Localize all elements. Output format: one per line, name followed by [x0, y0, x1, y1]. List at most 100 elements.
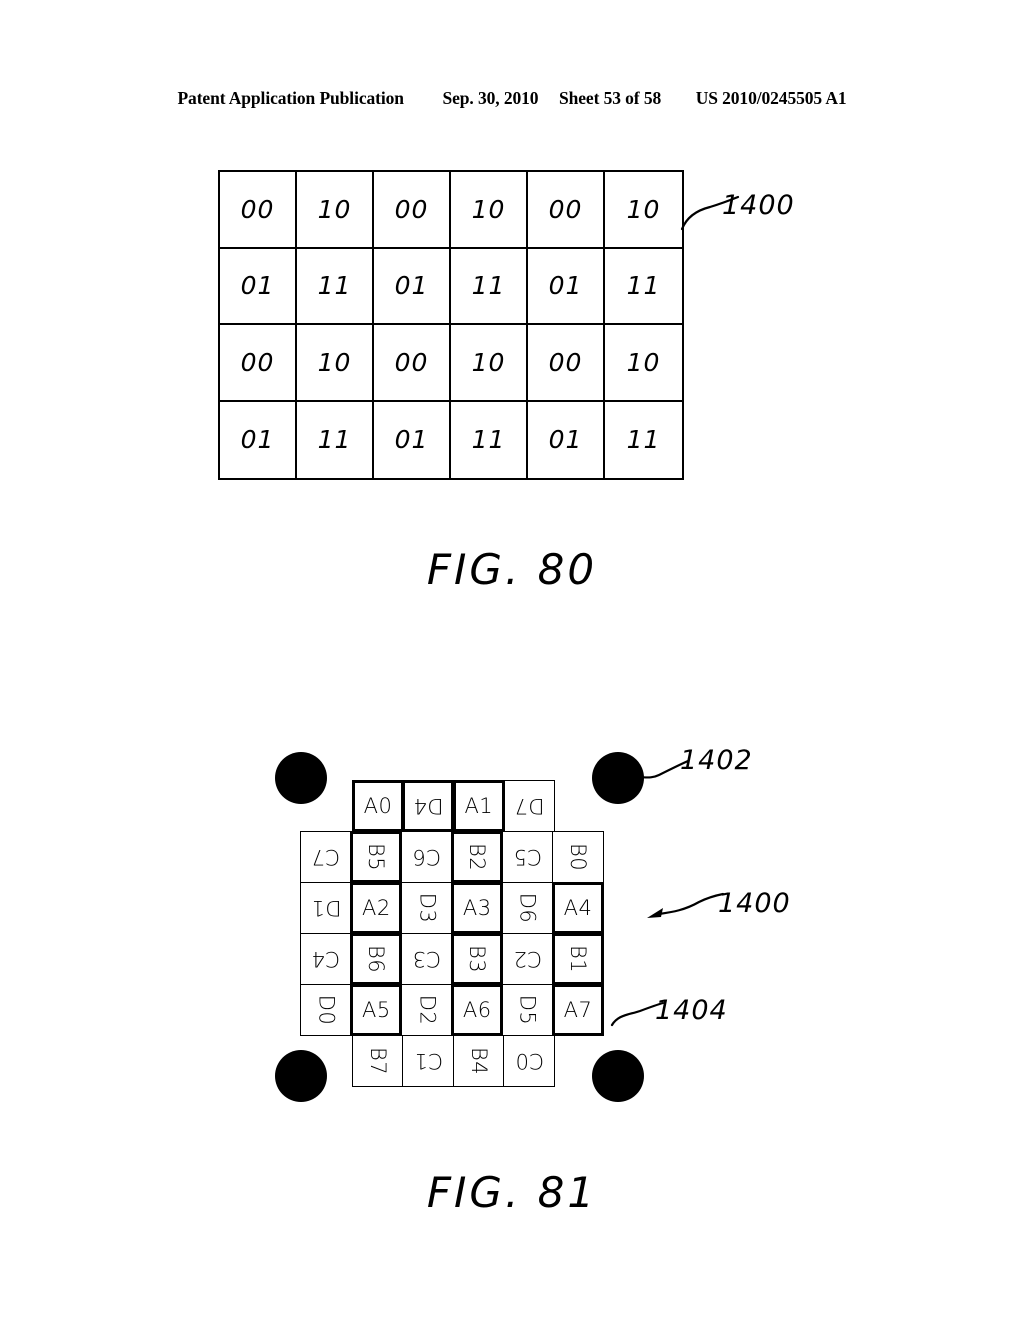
- fig81-cell-c3: C3: [400, 933, 453, 985]
- fig81-cell-a3: A3: [451, 882, 504, 934]
- figure-81-diagram: A0 D4 A1 D7 C7 B5 C6 B2 C5 B0 D1 A2 D3 A3 D6 A4 C4 B6 C3 B3…: [250, 730, 810, 1130]
- fig81-cell-a1: A1: [452, 780, 505, 832]
- fig81-cell-c2: C2: [501, 933, 554, 985]
- fig81-cell-grid: A0 D4 A1 D7 C7 B5 C6 B2 C5 B0 D1 A2 D3 A3 D6 A4 C4 B6 C3 B3…: [300, 780, 620, 1095]
- fig80-cell: 00: [220, 172, 297, 249]
- fig80-caption: FIG. 80: [426, 545, 598, 594]
- fig80-cell: 01: [220, 248, 297, 325]
- fig81-cell-b6: B6: [350, 933, 403, 985]
- fig81-cell-b7: B7: [352, 1035, 404, 1087]
- fig80-cell: 11: [451, 248, 528, 325]
- fig81-cell-label: C0: [514, 1049, 544, 1073]
- fig81-cell-label: C6: [412, 845, 442, 869]
- fig80-cell: 00: [374, 172, 451, 249]
- fig81-cell-label: D5: [515, 994, 540, 1026]
- fig81-cell-label: B0: [566, 842, 591, 872]
- fig81-cell-label: A7: [563, 998, 593, 1022]
- fig81-cell-label: D7: [513, 794, 545, 818]
- fig81-cell-a2: A2: [350, 882, 403, 934]
- fig80-cell: 11: [451, 401, 528, 478]
- fig81-cell-label: A6: [462, 998, 492, 1022]
- fig81-row: C7 B5 C6 B2 C5 B0: [300, 831, 605, 883]
- fig81-cell-label: C3: [412, 947, 442, 971]
- fig80-cell: 01: [220, 401, 297, 478]
- fig81-cell-label: B5: [364, 842, 389, 872]
- fig81-cell-label: A5: [362, 998, 391, 1022]
- fig81-cell-b2: B2: [451, 831, 504, 883]
- fig81-cell-c5: C5: [501, 831, 554, 883]
- fig80-cell: 11: [297, 248, 374, 325]
- fig81-cell-label: A0: [363, 794, 393, 818]
- fig81-cell-label: B7: [366, 1046, 390, 1076]
- fig81-leader-line-1400: [647, 892, 725, 918]
- fig81-cell-label: C4: [311, 947, 341, 971]
- fig80-cell: 00: [528, 172, 605, 249]
- fig80-cell: 01: [374, 248, 451, 325]
- fig81-cell-label: D2: [414, 994, 439, 1026]
- fig81-cell-label: B3: [465, 944, 490, 974]
- fig81-cell-a4: A4: [552, 882, 605, 934]
- figure-80-diagram: 00 10 00 10 00 10 01 11 01 11 01 11 00 10 00 10 00 10 01 11…: [218, 170, 684, 480]
- fig81-caption: FIG. 81: [426, 1168, 598, 1217]
- fig81-cell-a5: A5: [350, 984, 403, 1036]
- fig81-cell-d4: D4: [402, 780, 455, 832]
- fig80-cell: 10: [605, 325, 682, 402]
- fig81-cell-a6: A6: [451, 984, 504, 1036]
- fig80-cell: 01: [528, 248, 605, 325]
- header-date: Sep. 30, 2010: [442, 88, 539, 108]
- fig81-reference-1404: 1404: [655, 995, 728, 1026]
- fig81-cell-d2: D2: [400, 984, 453, 1036]
- fig81-cell-label: B6: [364, 944, 389, 974]
- fig81-cell-label: A3: [462, 896, 492, 920]
- fig81-cell-b3: B3: [451, 933, 504, 985]
- fig81-cell-d5: D5: [501, 984, 554, 1036]
- fig81-cell-c1: C1: [402, 1035, 455, 1087]
- fig81-cell-label: C7: [311, 845, 341, 869]
- fig81-cell-c7: C7: [300, 831, 352, 883]
- fig81-cell-label: C5: [513, 845, 543, 869]
- fig81-row: B7 C1 B4 C0: [352, 1035, 556, 1087]
- fig81-cell-label: C2: [513, 947, 543, 971]
- fig81-cell-label: B2: [465, 842, 490, 872]
- fig80-cell: 11: [605, 249, 682, 325]
- fig81-cell-label: A4: [563, 896, 593, 920]
- header-patent-number: US 2010/0245505 A1: [695, 88, 847, 108]
- fig81-reference-1402: 1402: [680, 745, 753, 776]
- fig81-cell-b0: B0: [552, 831, 605, 883]
- fig81-cell-d7: D7: [503, 780, 556, 832]
- fig80-cell: 10: [297, 325, 374, 402]
- fig81-cell-label: C1: [413, 1049, 443, 1073]
- fig81-cell-b5: B5: [350, 831, 403, 883]
- fig80-cell: 01: [528, 401, 605, 478]
- fig81-cell-d0: D0: [300, 984, 352, 1036]
- header-sheet: Sheet 53 of 58: [558, 88, 662, 108]
- fig81-row: D1 A2 D3 A3 D6 A4: [300, 882, 605, 934]
- fig81-cell-label: D0: [314, 994, 338, 1026]
- patent-header: Patent Application Publication Sep. 30, …: [0, 88, 1024, 109]
- fig81-reference-1400: 1400: [718, 888, 791, 919]
- fig81-cell-d3: D3: [400, 882, 453, 934]
- fig81-cell-label: A1: [464, 794, 494, 818]
- fig81-row: A0 D4 A1 D7: [352, 780, 556, 832]
- fig81-cell-b4: B4: [452, 1035, 505, 1087]
- fig81-cell-c6: C6: [400, 831, 453, 883]
- fig81-cell-label: A2: [362, 896, 391, 920]
- fig80-cell: 00: [528, 325, 605, 402]
- fig80-cell: 11: [297, 401, 374, 478]
- fig80-cell: 00: [374, 325, 451, 402]
- fig81-cell-a7: A7: [552, 984, 605, 1036]
- fig80-cell: 00: [220, 325, 297, 402]
- fig81-cell-label: D1: [310, 896, 342, 920]
- fig80-cell: 10: [605, 172, 682, 249]
- header-publication: Patent Application Publication: [177, 88, 404, 108]
- fig80-cell: 11: [626, 425, 661, 455]
- fig80-cell: 10: [451, 172, 528, 249]
- fig81-cell-c4: C4: [300, 933, 352, 985]
- fig80-reference-1400: 1400: [722, 190, 795, 221]
- fig81-cell-label: D3: [414, 892, 439, 924]
- fig80-cell-grid: 00 10 00 10 00 10 01 11 01 11 01 11 00 10 00 10 00 10 01 11…: [218, 170, 684, 480]
- fig81-cell-label: B4: [466, 1046, 491, 1076]
- fig81-cell-c0: C0: [503, 1035, 556, 1087]
- fig81-cell-d6: D6: [501, 882, 554, 934]
- fig81-row: D0 A5 D2 A6 D5 A7: [300, 984, 605, 1036]
